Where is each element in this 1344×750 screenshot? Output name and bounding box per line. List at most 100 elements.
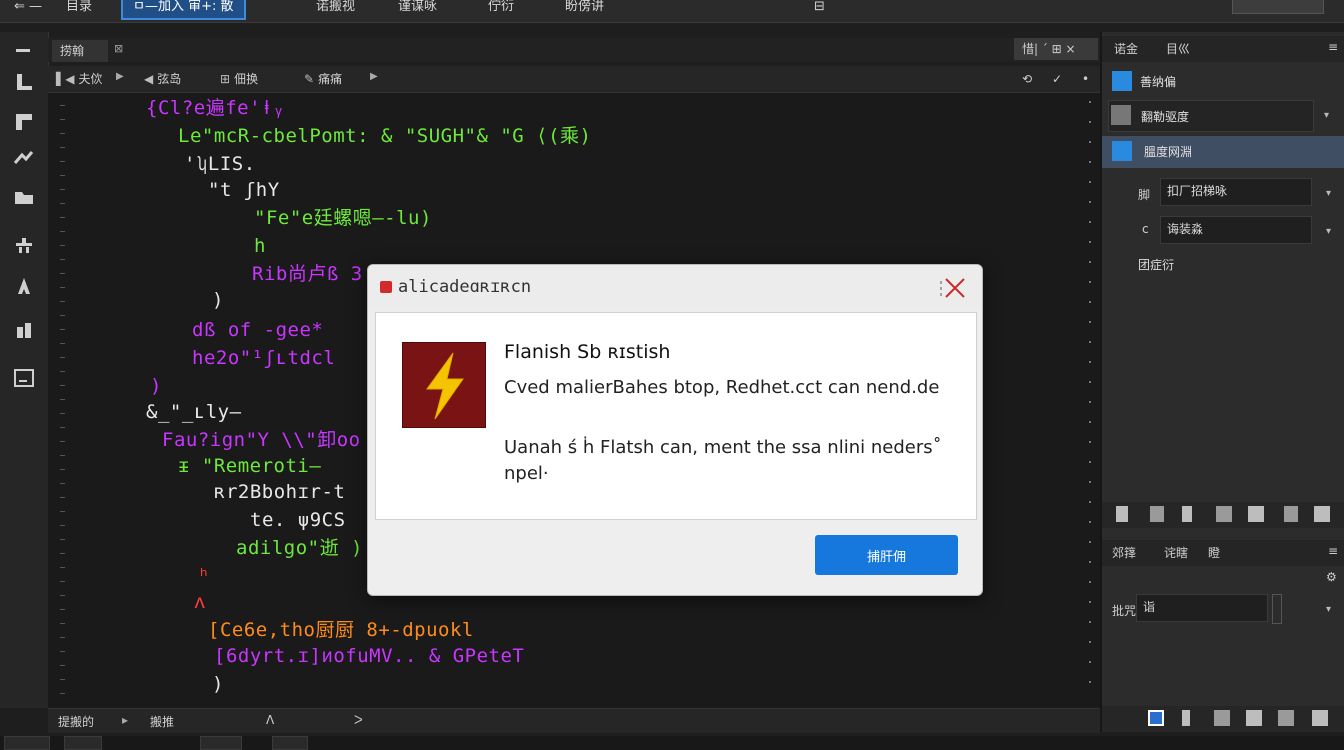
dialog-titlebar[interactable]: alicadeɑʀɪʀcn xyxy=(368,265,982,309)
close-icon[interactable] xyxy=(938,273,972,303)
toolbar-item-4[interactable]: ✎ 痛痛 xyxy=(304,70,342,88)
code-line[interactable]: ) xyxy=(150,375,162,397)
code-line[interactable]: &_"_ʟly— xyxy=(146,401,242,423)
code-line[interactable]: te. ψ9CS xyxy=(250,509,346,531)
group-icon[interactable] xyxy=(1278,710,1294,726)
align-icon[interactable] xyxy=(1116,506,1128,522)
minus-icon[interactable] xyxy=(12,38,36,62)
document-controls[interactable]: 惜| ˊ ⊞ × xyxy=(1014,38,1098,60)
menu-item-5[interactable]: 佇衍 xyxy=(488,0,514,20)
code-line[interactable]: ᴧ xyxy=(194,591,206,613)
panel-tab-5[interactable]: 瞪 xyxy=(1208,544,1220,561)
code-line[interactable]: h xyxy=(254,235,266,257)
gutter-tick xyxy=(60,497,65,498)
code-line[interactable]: ʀr2Bbohɪr-t xyxy=(214,481,345,503)
taskbar-slot-2[interactable] xyxy=(64,736,102,750)
panel-tab-3[interactable]: 郊箨 xyxy=(1112,544,1136,561)
code-line[interactable]: Fau?ign"Y \\"卸oo xyxy=(162,429,361,451)
more-icon[interactable]: • xyxy=(1082,70,1089,88)
stack-icon[interactable] xyxy=(1216,506,1232,522)
code-line[interactable]: "t ʃhY xyxy=(208,179,280,201)
taskbar-slot-4[interactable] xyxy=(272,736,308,750)
new-layer-icon[interactable] xyxy=(1148,710,1164,726)
toolbar-item-2[interactable]: ◀ 弦岛 xyxy=(144,70,181,88)
frame-icon[interactable] xyxy=(12,110,36,134)
code-line[interactable]: dß of -gee* xyxy=(192,319,323,341)
code-line[interactable]: Rib尚卢ß 3 xyxy=(252,263,363,285)
toolbar-item-3[interactable]: ⊞ 佃换 xyxy=(220,70,258,88)
code-line[interactable]: {Cl?e遍fe'ⱡᵧ xyxy=(146,97,285,119)
code-line[interactable]: [6dyrt.ɪ]ᴎofuMV.. & GPeteT xyxy=(214,645,524,667)
grid-icon[interactable] xyxy=(12,234,36,258)
panel-row-2-caret[interactable]: ▾ xyxy=(1324,110,1329,121)
taskbar-slot-3[interactable] xyxy=(200,736,242,750)
field2-select[interactable]: 诲装淼 xyxy=(1160,216,1312,244)
panel-row-3-selected[interactable]: 膃度网淵 xyxy=(1102,136,1344,168)
code-line[interactable]: [Ce6e,tho厨厨 8+-dpuokl xyxy=(208,619,474,641)
tab-document[interactable]: 捞翰 xyxy=(52,40,108,62)
menu-back[interactable]: ⇐ — xyxy=(14,0,42,20)
play-icon-2[interactable]: ▶ xyxy=(370,71,378,82)
field2-caret[interactable]: ▾ xyxy=(1326,226,1331,237)
arrow-right-icon[interactable]: ᐳ xyxy=(354,713,363,727)
code-line[interactable]: ) xyxy=(212,289,224,311)
menu-item-catalog[interactable]: 目录 xyxy=(66,0,92,20)
code-line[interactable]: 'ʮLIS. xyxy=(184,153,256,175)
menu-item-active[interactable]: ㅁ—加入 审+: 散 xyxy=(121,0,246,20)
code-line[interactable]: adilgo"逝 ) xyxy=(236,537,363,559)
panel-menu-icon[interactable]: ≡ xyxy=(1328,40,1338,54)
settings-icon[interactable] xyxy=(1248,506,1264,522)
terminal-icon[interactable] xyxy=(12,366,36,390)
panel-tab-1[interactable]: 诺金 xyxy=(1114,40,1138,57)
text-icon[interactable] xyxy=(12,274,36,298)
window-controls[interactable] xyxy=(1232,0,1324,14)
crop-icon[interactable] xyxy=(12,318,36,342)
brush-icon[interactable] xyxy=(1182,710,1190,726)
code-line[interactable]: ᵻ "Remeroti— xyxy=(178,455,321,477)
menu-center-icon[interactable]: ⊟ xyxy=(814,0,825,20)
status-left-label[interactable]: 提搬的 xyxy=(58,713,94,730)
link-icon[interactable] xyxy=(1150,506,1164,522)
scroll-dot xyxy=(1089,461,1091,463)
code-line[interactable]: he2o"¹ʃʟtdcl xyxy=(192,347,335,369)
panel-tab-4[interactable]: 诧瞎 xyxy=(1164,544,1188,561)
code-line[interactable]: Le"mcR-cbelPomt: & "SUGH"& "G ⟨(乘) xyxy=(178,125,592,147)
stepper-icon[interactable] xyxy=(1272,594,1282,624)
code-line[interactable]: "Fe"e廷螺嗯—-lu) xyxy=(254,207,432,229)
fx-icon[interactable] xyxy=(1246,710,1262,726)
status-mid-label[interactable]: 搬推 xyxy=(150,713,174,730)
trash-icon[interactable] xyxy=(1312,710,1328,726)
input-caret[interactable]: ▾ xyxy=(1326,604,1331,615)
menu-item-6[interactable]: 盼傍讲 xyxy=(565,0,604,20)
dialog-confirm-button[interactable]: 捕肝佣 xyxy=(815,535,958,575)
check-icon[interactable]: ✓ xyxy=(1052,70,1062,88)
triangle-icon[interactable]: ᐱ xyxy=(266,713,274,727)
pin-icon[interactable] xyxy=(1284,506,1298,522)
editor-scrollbar[interactable] xyxy=(1086,97,1094,703)
panel-row-1[interactable]: 善纳偏 xyxy=(1108,66,1332,96)
panel-number-input[interactable]: 诣 xyxy=(1136,594,1268,622)
export-icon[interactable] xyxy=(1314,506,1330,522)
refresh-icon[interactable]: ⟲ xyxy=(1022,70,1032,88)
field1-caret[interactable]: ▾ xyxy=(1326,188,1331,199)
code-line[interactable]: ) xyxy=(212,673,224,695)
menu-item-4[interactable]: 谨谋咏 xyxy=(398,0,437,20)
taskbar-slot-1[interactable] xyxy=(4,736,50,750)
tab-close-icon[interactable]: ⊠ xyxy=(114,42,123,55)
code-line[interactable]: ʰ xyxy=(198,565,210,587)
panel-options-icon[interactable]: ⚙ xyxy=(1326,570,1337,584)
panel-row-3-icon xyxy=(1112,141,1132,161)
panel-menu-icon-2[interactable]: ≡ xyxy=(1328,544,1338,558)
panel-row-2[interactable]: 翻勒驱度 xyxy=(1108,100,1314,132)
mask-icon[interactable] xyxy=(1214,710,1230,726)
chart-up-icon[interactable] xyxy=(12,146,36,170)
layout-icon[interactable] xyxy=(12,70,36,94)
field1-select[interactable]: 扣厂招梯咏 xyxy=(1160,178,1312,206)
menu-item-3[interactable]: 诺搬视 xyxy=(316,0,355,20)
folder-icon[interactable] xyxy=(12,186,36,210)
hook-icon[interactable] xyxy=(1182,506,1192,522)
toolbar-item-1[interactable]: ▌◀ 夫佽 xyxy=(56,70,102,88)
status-arrow-icon[interactable]: ▸ xyxy=(122,713,128,727)
play-icon[interactable]: ▶ xyxy=(116,71,124,82)
panel-tab-2[interactable]: 目巛 xyxy=(1166,40,1190,57)
